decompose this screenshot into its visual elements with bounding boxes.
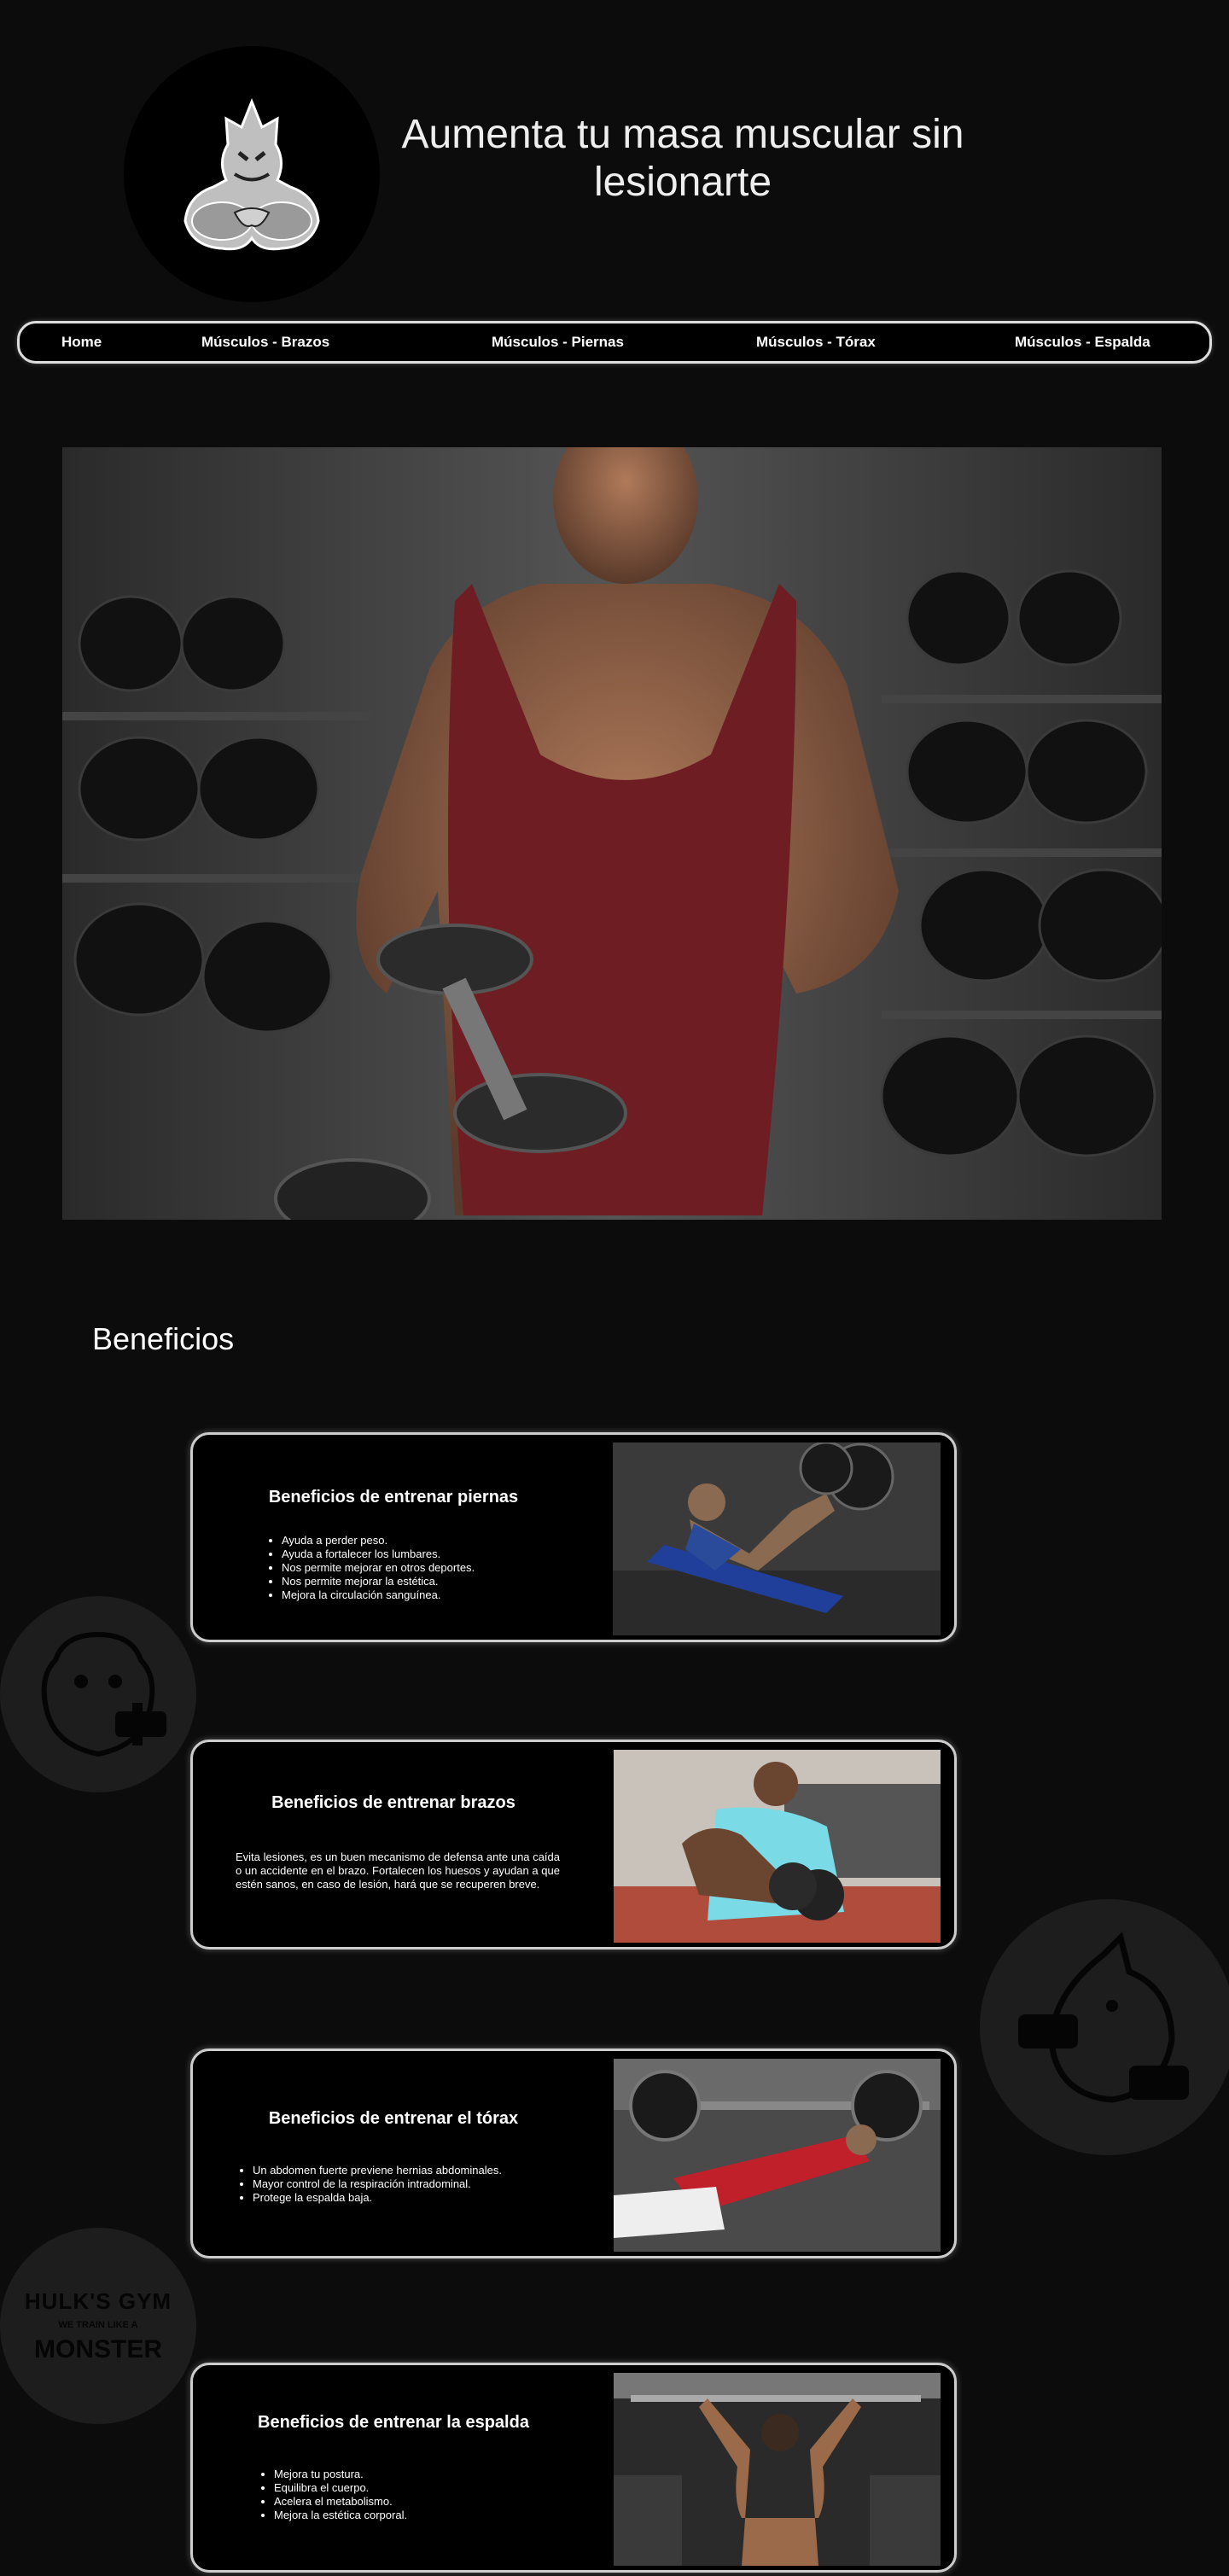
list-item: Nos permite mejorar en otros deportes. xyxy=(282,1561,475,1575)
gorilla-badge xyxy=(0,1596,196,1792)
list-item: Acelera el metabolismo. xyxy=(274,2495,407,2509)
rhino-badge xyxy=(980,1899,1229,2155)
bench-press-photo xyxy=(614,2059,941,2252)
main-nav: Home Músculos - Brazos Músculos - Pierna… xyxy=(17,321,1212,364)
list-item: Equilibra el cuerpo. xyxy=(274,2481,407,2495)
list-item: Ayuda a fortalecer los lumbares. xyxy=(282,1547,475,1561)
nav-home[interactable]: Home xyxy=(61,334,102,351)
nav-brazos[interactable]: Músculos - Brazos xyxy=(201,334,329,351)
back-pullup-photo xyxy=(614,2373,941,2566)
gym-badge: HULK'S GYM WE TRAIN LIKE A MONSTER xyxy=(0,2228,196,2424)
list-item: Mejora tu postura. xyxy=(274,2468,407,2481)
list-item: Protege la espalda baja. xyxy=(253,2191,502,2205)
nav-piernas[interactable]: Músculos - Piernas xyxy=(492,334,624,351)
card-title: Beneficios de entrenar el tórax xyxy=(268,2109,519,2128)
card-torax: Beneficios de entrenar el tórax Un abdom… xyxy=(190,2049,957,2258)
list-item: Mayor control de la respiración intradom… xyxy=(253,2177,502,2191)
gorilla-dumbbell-icon xyxy=(41,1631,166,1757)
list-item: Ayuda a perder peso. xyxy=(282,1534,475,1547)
list-item: Nos permite mejorar la estética. xyxy=(282,1575,475,1588)
gym-badge-line1: HULK'S GYM xyxy=(24,2288,172,2314)
card-piernas: Beneficios de entrenar piernas Ayuda a p… xyxy=(190,1432,957,1642)
card-body: Evita lesiones, es un buen mecanismo de … xyxy=(236,1850,560,1891)
card-title: Beneficios de entrenar la espalda xyxy=(258,2413,529,2432)
hero-image xyxy=(62,447,1162,1220)
bicep-curl-photo xyxy=(614,1750,941,1943)
gym-badge-line3: MONSTER xyxy=(34,2334,162,2363)
list-item: Mejora la estética corporal. xyxy=(274,2509,407,2522)
list-item: Un abdomen fuerte previene hernias abdom… xyxy=(253,2164,502,2177)
section-title: Beneficios xyxy=(92,1321,235,1356)
benefits-list: Ayuda a perder peso. Ayuda a fortalecer … xyxy=(265,1534,475,1602)
page-title: Aumenta tu masa muscular sin lesionarte xyxy=(401,112,964,205)
logo[interactable] xyxy=(124,46,380,302)
gym-badge-line2: WE TRAIN LIKE A xyxy=(58,2319,138,2330)
bodybuilder-photo xyxy=(62,447,1162,1220)
card-title: Beneficios de entrenar brazos xyxy=(271,1793,515,1812)
leg-press-photo xyxy=(613,1442,941,1635)
benefits-list: Mejora tu postura. Equilibra el cuerpo. … xyxy=(257,2468,407,2522)
list-item: Mejora la circulación sanguínea. xyxy=(282,1588,475,1602)
card-title: Beneficios de entrenar piernas xyxy=(268,1488,519,1507)
rhino-logo-icon xyxy=(183,97,320,251)
nav-torax[interactable]: Músculos - Tórax xyxy=(756,334,876,351)
card-brazos: Beneficios de entrenar brazos Evita lesi… xyxy=(190,1740,957,1949)
card-espalda: Beneficios de entrenar la espalda Mejora… xyxy=(190,2363,957,2573)
benefits-list: Un abdomen fuerte previene hernias abdom… xyxy=(236,2164,502,2205)
nav-espalda[interactable]: Músculos - Espalda xyxy=(1015,334,1150,351)
rhino-dumbbell-icon xyxy=(1018,1932,1189,2103)
